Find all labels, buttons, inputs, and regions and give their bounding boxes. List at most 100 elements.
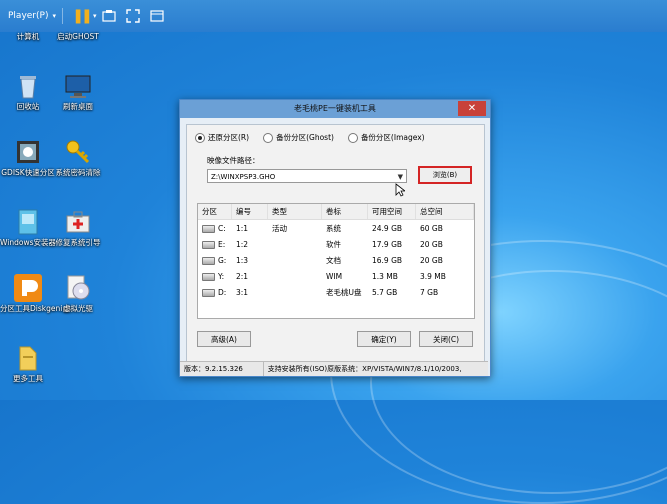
close-button[interactable]: ✕ [458,101,486,116]
radio-backup-imagex[interactable]: 备份分区(Imagex) [347,132,425,143]
table-row[interactable]: E: 1:2 软件 17.9 GB 20 GB [198,236,474,252]
desktop-icon-label: 虚拟光驱 [63,304,93,313]
disc-icon [64,274,92,302]
support-text: 支持安装所有(ISO)原版系统：XP/VISTA/WIN7/8.1/10/200… [267,365,462,373]
table-header: 分区 编号 类型 卷标 可用空间 总空间 [198,204,474,220]
drive-icon [202,256,215,265]
drive-icon [202,272,215,281]
cancel-button[interactable]: 关闭(C) [419,331,473,347]
player-menu[interactable]: Player(P) [4,9,52,23]
desktop-icon-password-clear[interactable]: 系统密码清除 [50,138,106,177]
total-space-cell: 3.9 MB [420,271,446,281]
number-cell: 2:1 [236,271,249,281]
drive-icon [202,288,215,297]
label-cell: 系统 [326,223,341,233]
toolbox-icon [64,208,92,236]
desktop-icon-refresh[interactable]: 刷新桌面 [50,72,106,111]
radio-label: 还原分区(R) [208,133,250,142]
installer-dialog: 老毛桃PE一键装机工具 ✕ 还原分区(R) 备份分区(Ghost) 备份分区(I… [179,99,491,377]
image-path-combo[interactable]: Z:\WINXPSP3.GHO ▼ [207,169,407,183]
free-space-cell: 1.3 MB [372,271,398,281]
desktop-icon-label: 回收站 [16,102,40,111]
recycle-bin-icon [14,72,42,100]
player-toolbar: Player(P) ▾ ❚❚ ▾ [0,0,667,32]
column-header[interactable]: 编号 [232,204,268,219]
label-cell: WIM [326,271,343,281]
browse-button[interactable]: 浏览(B) [418,166,472,184]
radio-label: 备份分区(Imagex) [360,133,425,142]
desktop-icon-more-tools[interactable]: 更多工具 [0,344,56,383]
radio-dot[interactable] [195,132,205,143]
chevron-down-icon[interactable]: ▾ [93,12,97,20]
folder-icon [14,344,42,372]
radio-dot[interactable] [347,132,358,143]
partition-cell: E: [198,240,232,249]
table-row[interactable]: C: 1:1 活动 系统 24.9 GB 60 GB [198,220,474,236]
number-cell: 1:3 [236,255,249,265]
free-space-cell: 16.9 GB [372,255,403,265]
desktop-icon-computer[interactable]: 计算机 [0,32,56,41]
desktop-icon-windows-installer[interactable]: Windows安装器 [0,208,56,247]
desktop-icon-label: 启动GHOST [57,32,99,41]
number-cell: 3:1 [236,287,249,297]
desktop-icon-label: 刷新桌面 [63,102,93,111]
label-cell: 老毛桃U盘 [326,287,362,297]
image-path-label: 映像文件路径： [207,156,260,165]
dialog-title: 老毛桃PE一键装机工具 [294,104,376,113]
toolbar-divider [61,8,63,24]
partition-cell: C: [198,224,232,233]
total-space-cell: 60 GB [420,223,443,233]
desktop-icon-gdisk[interactable]: GDISK快速分区 [0,138,56,177]
chevron-down-icon[interactable]: ▼ [398,170,403,184]
total-space-cell: 20 GB [420,255,443,265]
partition-cell: D: [198,288,232,297]
desktop-icon-virtual-drive[interactable]: 虚拟光驱 [50,274,106,313]
free-space-cell: 24.9 GB [372,223,403,233]
mode-radio-group: 还原分区(R) 备份分区(Ghost) 备份分区(Imagex) [195,132,425,143]
key-icon [64,138,92,166]
column-header[interactable]: 可用空间 [368,204,416,219]
image-path-value: Z:\WINXPSP3.GHO [211,173,276,181]
ok-button[interactable]: 确定(Y) [357,331,411,347]
type-cell: 活动 [272,223,287,233]
installer-icon [14,208,42,236]
desktop-icon-label: GDISK快速分区 [1,168,55,177]
radio-restore[interactable]: 还原分区(R) [195,132,249,143]
number-cell: 1:1 [236,223,249,233]
dialog-titlebar[interactable]: 老毛桃PE一键装机工具 ✕ [180,100,490,118]
advanced-button[interactable]: 高级(A) [197,331,251,347]
column-header[interactable]: 卷标 [322,204,368,219]
drive-icon [202,224,215,233]
partition-cell: Y: [198,272,232,281]
drive-icon [202,240,215,249]
desktop-icon-label: 分区工具Diskgenius [0,304,71,313]
desktop-icon-boot-repair[interactable]: 修复系统引导 [50,208,106,247]
dialog-client: 还原分区(R) 备份分区(Ghost) 备份分区(Imagex) 映像文件路径：… [186,124,485,362]
free-space-cell: 17.9 GB [372,239,403,249]
fullscreen-icon[interactable] [125,8,141,24]
table-row[interactable]: D: 3:1 老毛桃U盘 5.7 GB 7 GB [198,284,474,300]
column-header[interactable]: 分区 [198,204,232,219]
desktop-icon-label: 计算机 [16,32,40,41]
desktop-icon-recycle-bin[interactable]: 回收站 [0,72,56,111]
column-header[interactable]: 类型 [268,204,322,219]
table-row[interactable]: G: 1:3 文档 16.9 GB 20 GB [198,252,474,268]
desktop-icon-ghost[interactable]: 启动GHOST [50,32,106,41]
send-ctrl-alt-del-icon[interactable] [101,8,117,24]
unity-icon[interactable] [149,8,165,24]
diskgenius-icon [14,274,42,302]
column-header[interactable]: 总空间 [416,204,474,219]
mouse-cursor-icon [395,183,405,197]
partition-table: 分区 编号 类型 卷标 可用空间 总空间 C: 1:1 活动 系统 24.9 G… [197,203,475,319]
table-row[interactable]: Y: 2:1 WIM 1.3 MB 3.9 MB [198,268,474,284]
desktop-icon-diskgenius[interactable]: 分区工具Diskgenius [0,274,71,313]
pause-icon[interactable]: ❚❚ [72,8,92,24]
radio-label: 备份分区(Ghost) [276,133,334,142]
chevron-down-icon[interactable]: ▾ [52,12,56,20]
label-cell: 文档 [326,255,341,265]
radio-dot[interactable] [263,132,274,143]
desktop-icon-label: 更多工具 [13,374,43,383]
status-bar: 版本：9.2.15.326 支持安装所有(ISO)原版系统：XP/VISTA/W… [180,361,488,376]
number-cell: 1:2 [236,239,249,249]
radio-backup-ghost[interactable]: 备份分区(Ghost) [263,132,334,143]
